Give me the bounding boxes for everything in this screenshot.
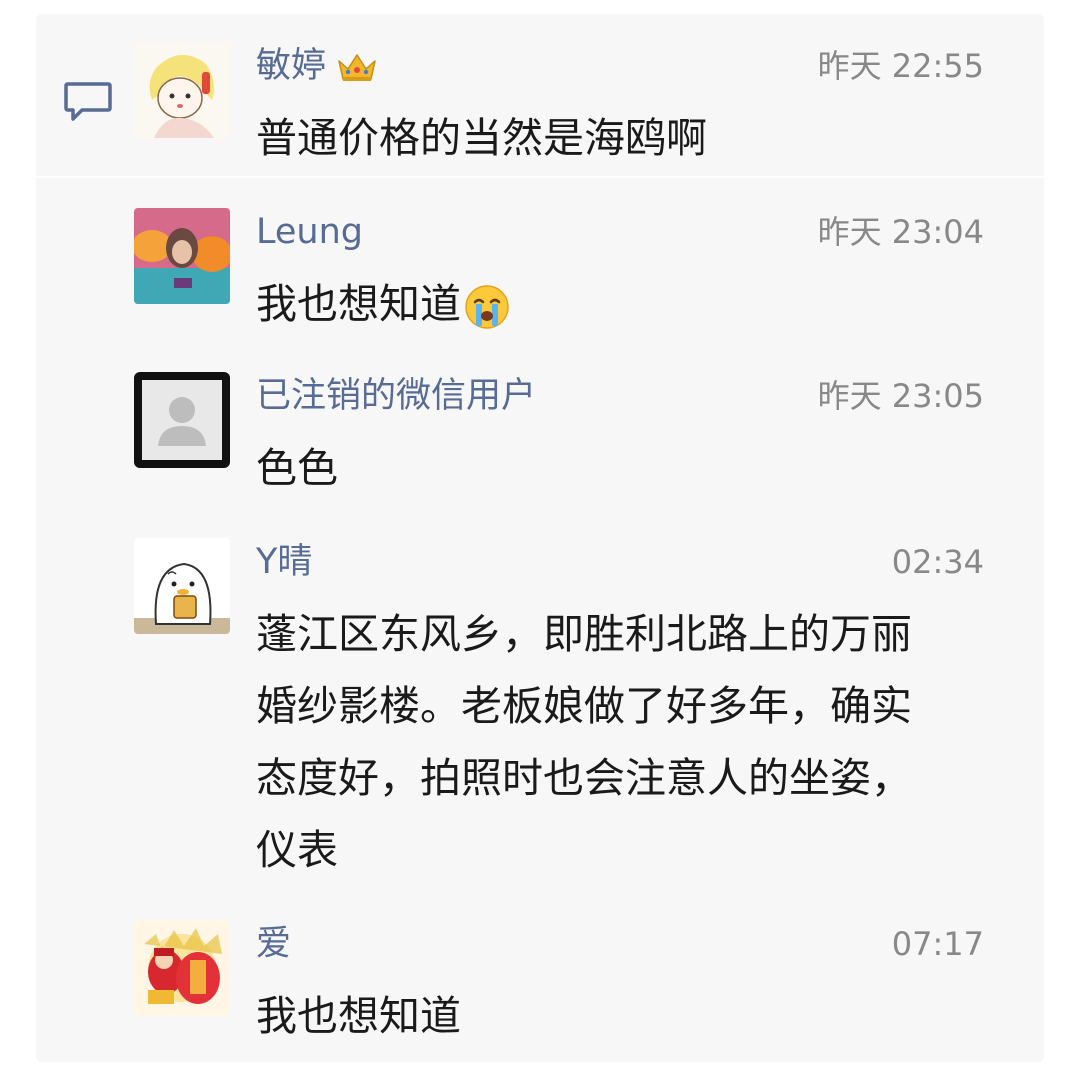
avatar[interactable] bbox=[134, 208, 230, 304]
avatar[interactable] bbox=[134, 42, 230, 138]
commenter-name[interactable]: Leung bbox=[256, 208, 363, 256]
comment-time: 昨天 23:05 bbox=[817, 377, 984, 415]
comment-item[interactable]: 爱 07:17 我也想知道 bbox=[134, 920, 994, 1050]
comment-item[interactable]: 敏婷 昨天 22:55 普通价格的当然是海鸥啊 bbox=[134, 42, 994, 162]
crown-icon bbox=[338, 54, 376, 81]
avatar[interactable] bbox=[134, 920, 230, 1016]
commenter-name[interactable]: 敏婷 bbox=[256, 42, 378, 90]
comment-text: 我也想知道 bbox=[256, 992, 461, 1040]
comment-divider bbox=[36, 176, 1044, 178]
commenter-name[interactable]: 爱 bbox=[256, 920, 291, 968]
comment-text: 色色 bbox=[256, 444, 338, 492]
comment-item[interactable]: Leung 昨天 23:04 我也想知道 bbox=[134, 208, 994, 338]
comment-time: 02:34 bbox=[891, 543, 984, 581]
commenter-name[interactable]: Y晴 bbox=[256, 538, 312, 586]
avatar[interactable] bbox=[134, 372, 230, 468]
comment-text: 蓬江区东风乡，即胜利北路上的万丽 婚纱影楼。老板娘做了好多年，确实 态度好，拍照… bbox=[256, 610, 912, 874]
comment-bubble-icon bbox=[64, 82, 112, 121]
comment-time: 昨天 23:04 bbox=[817, 213, 984, 251]
loudly-crying-face-emoji bbox=[465, 285, 509, 329]
avatar[interactable] bbox=[134, 538, 230, 634]
comment-item[interactable]: 已注销的微信用户 昨天 23:05 色色 bbox=[134, 372, 994, 502]
comment-text: 我也想知道 bbox=[256, 268, 986, 340]
comment-time: 07:17 bbox=[891, 925, 984, 963]
comment-item[interactable]: Y晴 02:34 蓬江区东风乡，即胜利北路上的万丽 婚纱影楼。老板娘做了好多年，… bbox=[134, 538, 994, 878]
commenter-name[interactable]: 已注销的微信用户 bbox=[256, 372, 536, 420]
comment-text: 普通价格的当然是海鸥啊 bbox=[256, 114, 707, 162]
comment-time: 昨天 22:55 bbox=[817, 47, 984, 85]
